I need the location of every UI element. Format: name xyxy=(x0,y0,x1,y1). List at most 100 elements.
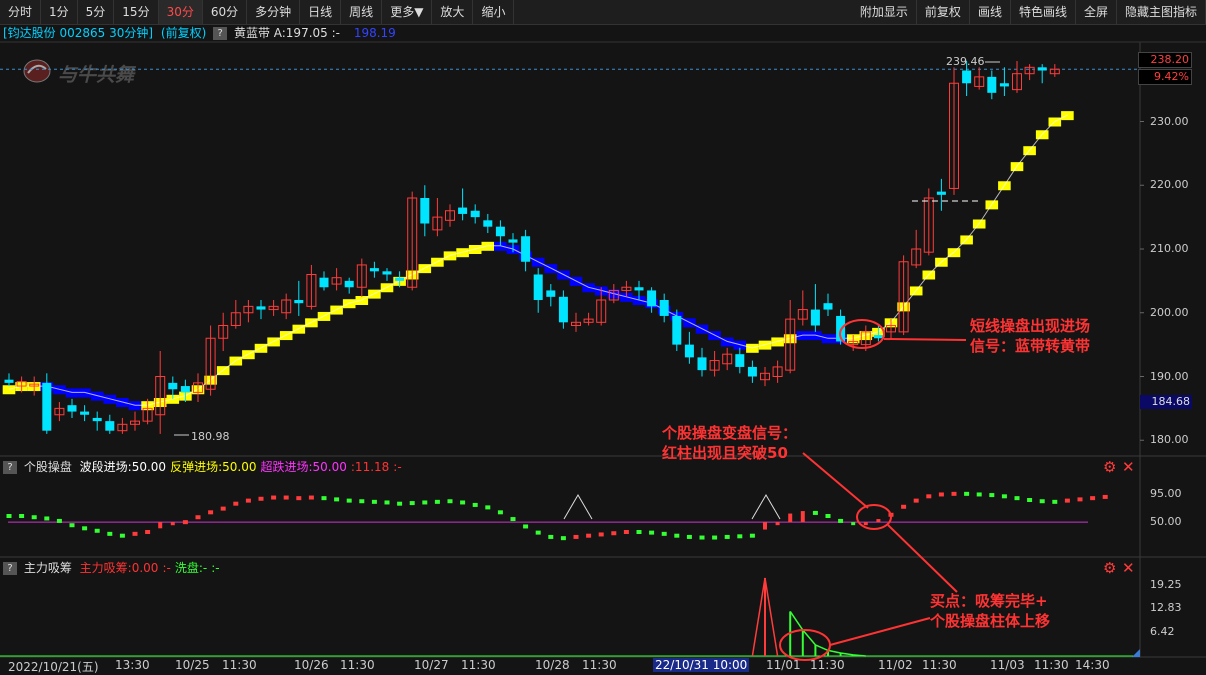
sub1-dot xyxy=(409,501,415,506)
price-tick-label: 230.00 xyxy=(1150,114,1189,128)
sub1-dot xyxy=(195,515,201,520)
sub1-value-0: 波段进场:50.00 xyxy=(79,460,167,474)
candle-body-down xyxy=(458,207,468,214)
blue-band-tag: 184.68 xyxy=(1140,395,1192,409)
sub1-dot xyxy=(145,530,151,534)
sub2-close-icon[interactable]: ✕ xyxy=(1122,559,1135,577)
candle-body-down xyxy=(533,274,543,300)
sub1-dot xyxy=(951,491,957,496)
sub1-signal-triangle xyxy=(751,494,781,520)
sub1-bar xyxy=(788,513,793,523)
band-segment xyxy=(758,340,772,350)
sub1-dot xyxy=(422,500,428,505)
sub1-dot xyxy=(69,523,75,528)
sub1-dot xyxy=(623,530,629,534)
sub1-dot xyxy=(1014,496,1020,501)
sub1-name: 个股操盘 xyxy=(23,460,72,474)
time-axis-label: 14:30 xyxy=(1075,658,1110,672)
sub1-dot xyxy=(119,533,125,538)
candle-body-down xyxy=(634,287,644,291)
sub1-dot xyxy=(737,534,743,539)
candle-body-down xyxy=(508,239,518,243)
sub1-dot xyxy=(989,493,995,498)
sub2-value-0: 主力吸筹:0.00 xyxy=(79,561,159,575)
time-axis-label: 10/26 xyxy=(294,658,329,672)
sub1-dot xyxy=(749,533,755,538)
price-tick-label: 210.00 xyxy=(1150,242,1189,255)
time-axis-label: 10/25 xyxy=(175,658,210,672)
candle-body-down xyxy=(495,226,505,237)
current-price-tag: 238.20 xyxy=(1138,52,1192,68)
sub1-dot xyxy=(1027,498,1033,502)
sub1-values: 波段进场:50.00 反弹进场:50.00 超跌进场:50.00:11.18:- xyxy=(76,460,402,474)
band-segment xyxy=(65,388,79,398)
sub2-tick-label: 12.83 xyxy=(1150,601,1182,615)
sub1-value-3: :11.18 xyxy=(350,460,390,474)
sub1-bar xyxy=(851,522,856,526)
candle-body-down xyxy=(672,315,682,345)
sub1-settings-icon[interactable]: ⚙ xyxy=(1103,458,1116,476)
sub1-dot xyxy=(573,534,579,539)
sub1-dot xyxy=(271,495,277,500)
annotation-entry-signal: 短线操盘出现进场 信号：蓝带转黄带 xyxy=(970,316,1090,356)
sub1-dot xyxy=(283,495,289,500)
candle-body-down xyxy=(546,290,556,297)
candle-body-down xyxy=(873,335,883,339)
pointer-buy-point xyxy=(829,617,931,646)
sub1-dot xyxy=(523,524,529,529)
sub1-dot xyxy=(1064,498,1070,503)
sub1-bar xyxy=(763,522,767,530)
sub2-tick-label: 19.25 xyxy=(1150,577,1182,591)
candle-body-down xyxy=(168,382,178,390)
candle-body-down xyxy=(735,354,745,367)
sub1-dot xyxy=(220,506,226,511)
annotation-buy-line2: 个股操盘柱体上移 xyxy=(930,612,1051,630)
candle-body-down xyxy=(42,382,52,431)
time-axis-label: 11/02 xyxy=(878,658,913,672)
candle-body-down xyxy=(319,277,329,288)
sub1-dot xyxy=(1090,496,1096,501)
sub1-close-icon[interactable]: ✕ xyxy=(1122,458,1135,476)
sub1-bar xyxy=(800,511,805,523)
candle-body-down xyxy=(483,220,493,227)
sub1-dot xyxy=(1077,497,1083,502)
sub1-dot xyxy=(964,491,970,496)
sub1-dot xyxy=(472,502,478,507)
sub1-dot xyxy=(233,501,239,506)
sub1-dot xyxy=(586,533,592,538)
sub2-tick-label: 6.42 xyxy=(1150,625,1175,639)
low-mark-label: 180.98 xyxy=(191,430,230,443)
sub1-dot xyxy=(296,496,302,501)
price-tick-label: 200.00 xyxy=(1150,305,1189,319)
annotation-entry-line2: 信号：蓝带转黄带 xyxy=(970,337,1091,355)
candle-body-down xyxy=(962,70,972,84)
candle-body-down xyxy=(521,236,531,262)
annotation-change-signal: 个股操盘变盘信号： 红柱出现且突破50 xyxy=(662,423,797,463)
sub1-bar xyxy=(158,522,163,529)
sub1-dot xyxy=(1039,499,1045,504)
sub1-help-button[interactable]: ? xyxy=(3,461,17,474)
sub2-value-3: :- xyxy=(211,561,220,575)
time-axis-label: 11:30 xyxy=(922,658,957,672)
band-segment xyxy=(2,385,16,395)
candle-body-down xyxy=(369,268,379,272)
price-tick-label: 180.00 xyxy=(1150,433,1189,447)
sub2-settings-icon[interactable]: ⚙ xyxy=(1103,559,1116,577)
sub2-help-button[interactable]: ? xyxy=(3,562,17,575)
annotation-change-line1: 个股操盘变盘信号： xyxy=(662,424,798,442)
sub1-dot xyxy=(258,496,264,501)
sub1-dot xyxy=(825,514,831,518)
sub1-dot xyxy=(397,501,403,506)
sub1-dot xyxy=(913,498,919,503)
candle-body-down xyxy=(382,271,392,275)
sub1-bar xyxy=(876,519,881,523)
sub1-dot xyxy=(334,497,340,502)
sub1-value-1: 反弹进场:50.00 xyxy=(170,460,257,474)
candle-body-down xyxy=(420,198,430,224)
pointer-buy-point-2 xyxy=(887,524,958,593)
candle-body-down xyxy=(647,290,657,307)
sub1-dot xyxy=(686,534,692,539)
sub1-bar xyxy=(775,522,780,526)
sub1-dot xyxy=(548,534,554,539)
candle-body-down xyxy=(558,296,568,323)
